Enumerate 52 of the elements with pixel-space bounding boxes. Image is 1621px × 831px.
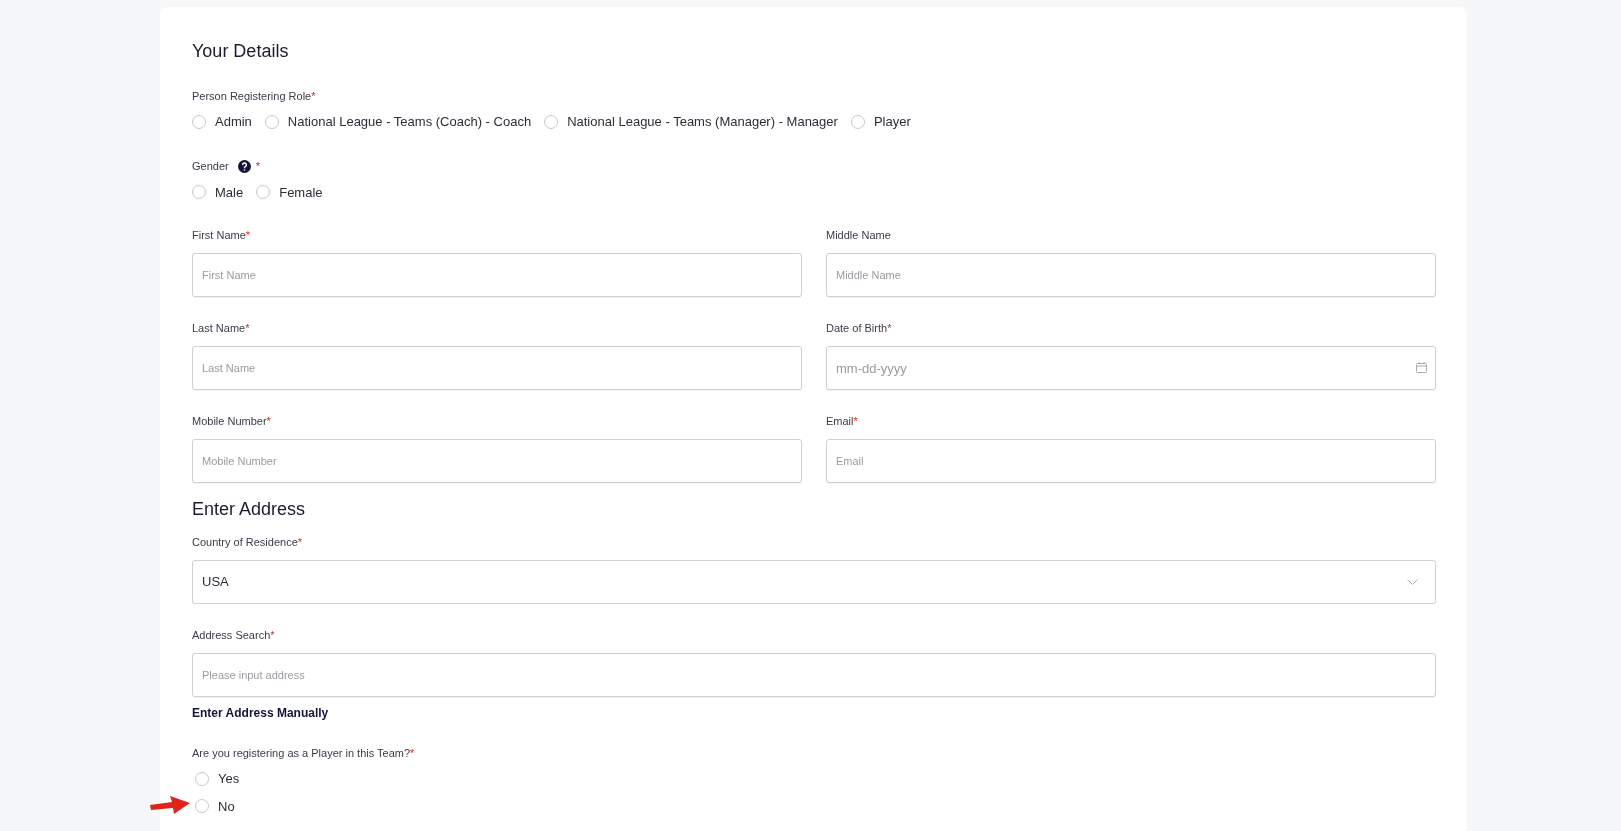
radio-label[interactable]: Male (215, 182, 244, 202)
help-icon[interactable] (237, 160, 251, 173)
field-label: Gender (192, 159, 229, 175)
radio-button[interactable] (192, 185, 206, 200)
input-field[interactable]: Email (826, 439, 1436, 483)
field-label: Date of Birth (826, 320, 888, 336)
input-field[interactable]: Mobile Number (192, 439, 802, 483)
required-asterisk: * (245, 227, 251, 243)
calendar-icon[interactable] (1416, 362, 1427, 373)
date-field[interactable]: mm-dd-yyyy (826, 346, 1436, 390)
required-asterisk: * (255, 159, 260, 175)
field-label: Mobile Number (192, 413, 267, 429)
required-asterisk: * (853, 413, 858, 429)
chevron-down-icon[interactable] (1407, 578, 1418, 586)
field-label: Middle Name (826, 227, 891, 243)
radio-label[interactable]: Yes (218, 769, 240, 789)
arrow-icon (150, 794, 190, 815)
radio-label[interactable]: National League - Teams (Coach) - Coach (287, 112, 532, 132)
radio-button[interactable] (850, 114, 865, 129)
radio-button[interactable] (195, 799, 209, 814)
radio-button[interactable] (192, 114, 206, 129)
required-asterisk: * (270, 627, 275, 643)
field-label: Email (826, 413, 854, 429)
required-asterisk: * (245, 320, 250, 336)
radio-label[interactable]: Player (873, 112, 911, 132)
input-field[interactable]: First Name (192, 253, 802, 297)
radio-button[interactable] (264, 114, 279, 129)
field-label: Are you registering as a Player in this Team? (192, 745, 411, 761)
field-label: Person Registering Role (192, 88, 312, 104)
required-asterisk: * (887, 320, 892, 336)
radio-label[interactable]: Admin (215, 112, 252, 132)
country-select[interactable]: USA (192, 560, 1436, 604)
required-asterisk: * (266, 413, 271, 429)
input-field[interactable]: Last Name (192, 346, 802, 390)
field-label: Address Search (192, 627, 271, 643)
radio-label[interactable]: National League - Teams (Manager) - Manager (567, 112, 838, 132)
section-heading: Your Details (192, 40, 290, 63)
manual-address-link[interactable]: Enter Address Manually (192, 704, 329, 722)
required-asterisk: * (410, 745, 415, 761)
field-label: First Name (192, 227, 246, 243)
radio-label[interactable]: Female (279, 182, 323, 202)
field-label: Last Name (192, 320, 246, 336)
input-field[interactable]: Please input address (192, 653, 1436, 697)
radio-label[interactable]: No (218, 796, 235, 816)
required-asterisk: * (297, 534, 303, 550)
input-field[interactable]: Middle Name (826, 253, 1436, 297)
field-label: Country of Residence (192, 534, 298, 550)
required-asterisk: * (311, 88, 316, 104)
section-heading: Enter Address (192, 498, 307, 521)
radio-button[interactable] (195, 771, 209, 786)
radio-button[interactable] (544, 114, 559, 129)
radio-button[interactable] (256, 185, 271, 200)
